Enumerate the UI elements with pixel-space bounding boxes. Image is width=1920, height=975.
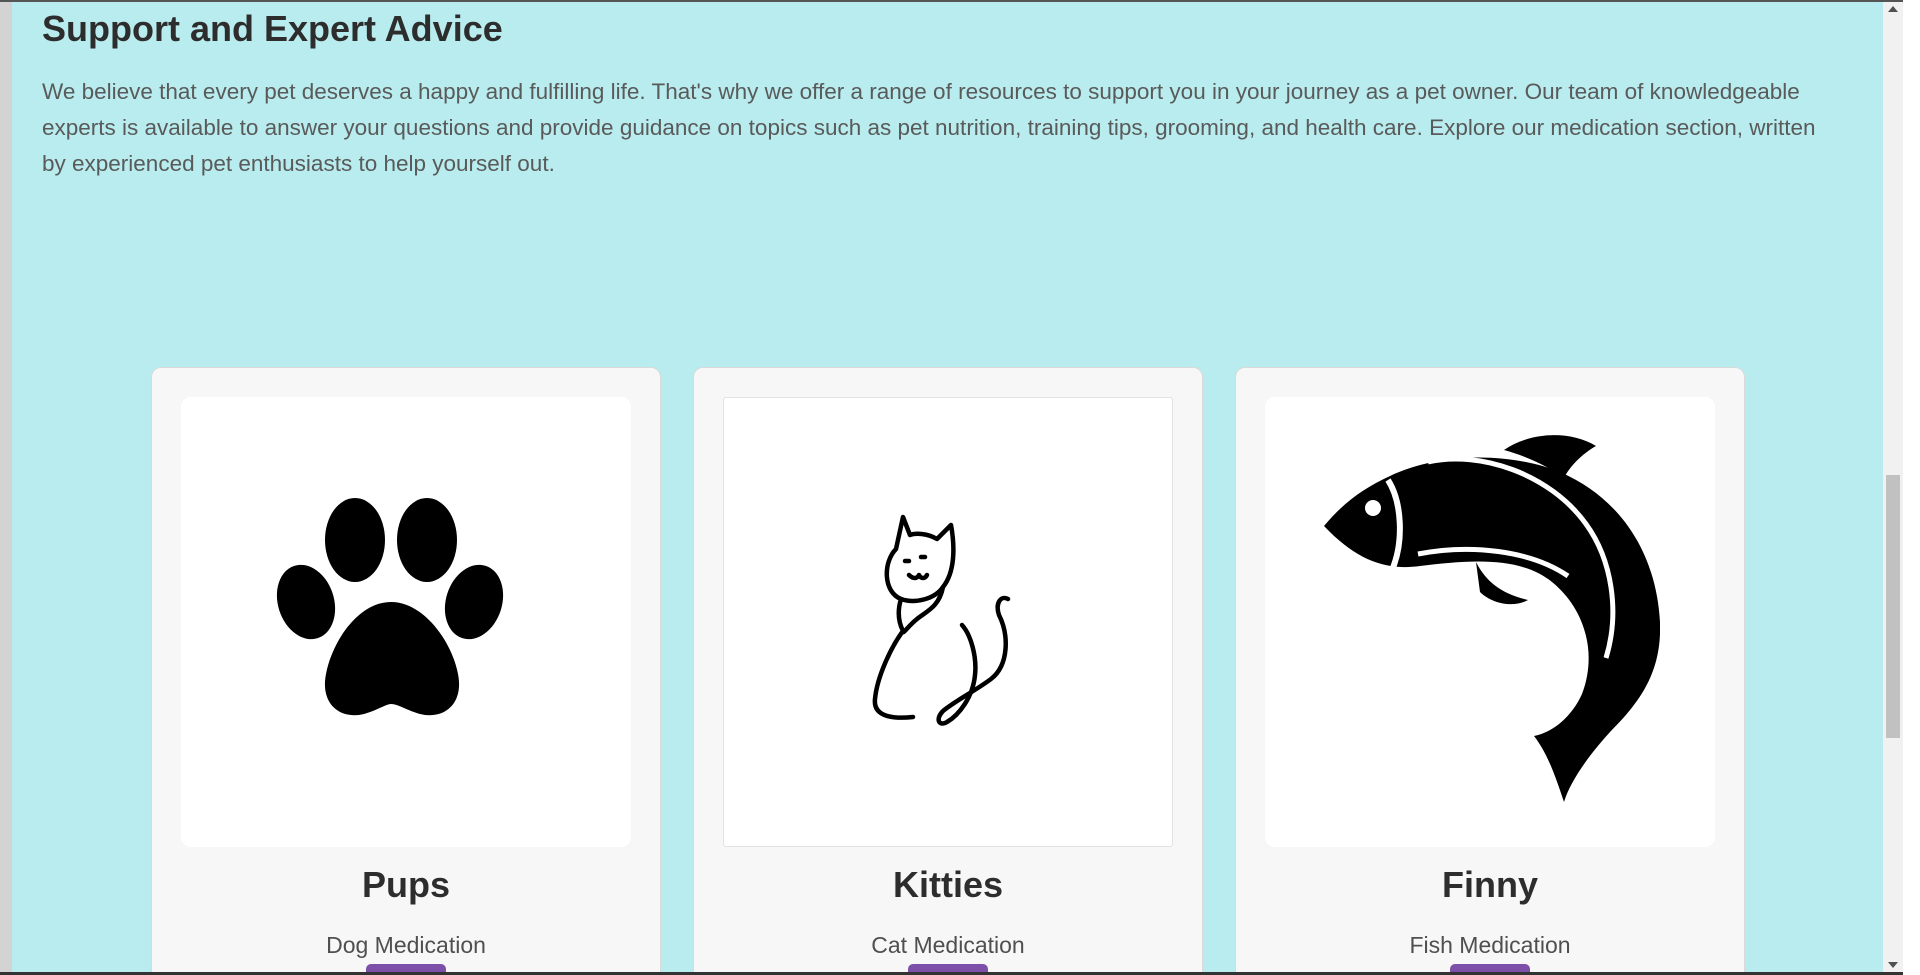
card-pups[interactable]: Pups Dog Medication xyxy=(151,367,661,972)
section-title: Support and Expert Advice xyxy=(42,8,503,49)
scroll-down-arrow-icon[interactable] xyxy=(1888,962,1898,968)
card-image-pups[interactable] xyxy=(181,397,631,847)
card-finny[interactable]: Finny Fish Medication xyxy=(1235,367,1745,972)
vertical-scrollbar[interactable] xyxy=(1883,2,1903,972)
window-right-edge xyxy=(1903,0,1920,975)
card-subtitle-kitties: Cat Medication xyxy=(871,932,1025,958)
page-content: Support and Expert Advice We believe tha… xyxy=(12,2,1883,972)
card-title-pups: Pups xyxy=(361,864,450,905)
paw-icon xyxy=(276,498,504,716)
card-kitties[interactable]: Kitties Cat Medication xyxy=(693,367,1203,972)
card-image-kitties[interactable] xyxy=(723,397,1173,847)
section-intro: We believe that every pet deserves a hap… xyxy=(42,79,1816,176)
card-image-finny[interactable] xyxy=(1265,397,1715,847)
card-title-finny: Finny xyxy=(1442,864,1538,905)
card-button-pups[interactable] xyxy=(366,964,446,972)
scroll-up-arrow-icon[interactable] xyxy=(1888,6,1898,12)
fish-icon xyxy=(1324,435,1660,802)
window-left-gutter xyxy=(0,0,12,975)
card-title-kitties: Kitties xyxy=(892,864,1004,905)
card-subtitle-finny: Fish Medication xyxy=(1409,932,1571,958)
card-button-finny[interactable] xyxy=(1450,964,1530,972)
card-button-kitties[interactable] xyxy=(908,964,988,972)
card-subtitle-pups: Dog Medication xyxy=(326,932,486,958)
cat-icon xyxy=(872,514,1011,726)
scrollbar-thumb[interactable] xyxy=(1886,475,1900,738)
